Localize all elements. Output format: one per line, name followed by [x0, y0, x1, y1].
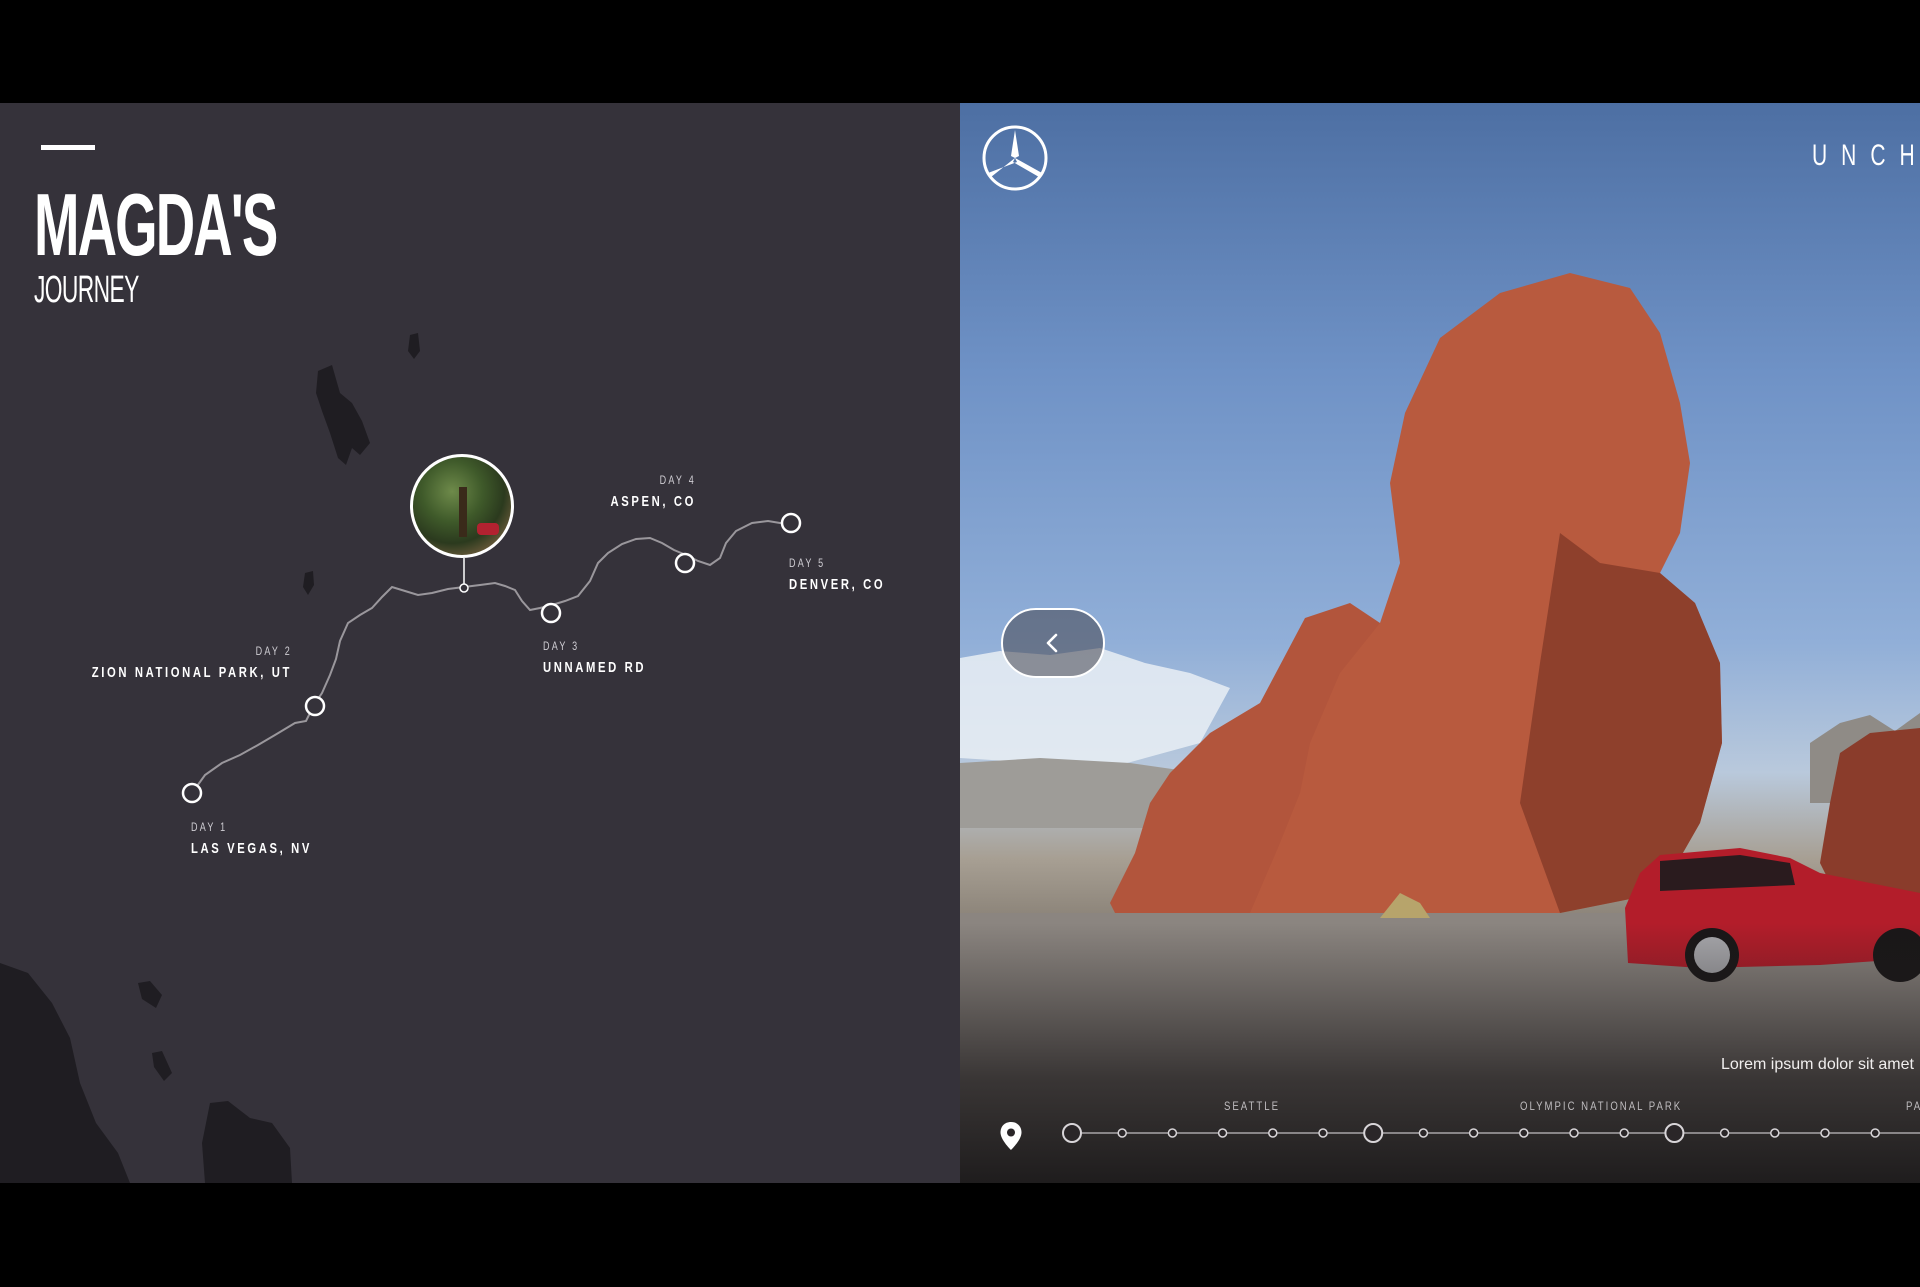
timeline-dot[interactable]: [1268, 1128, 1278, 1138]
mercedes-star-icon[interactable]: [981, 124, 1049, 192]
stop-place: ZION NATIONAL PARK, UT: [91, 664, 292, 681]
stop-marker-day-2: [304, 695, 326, 717]
island-shape-tiny: [152, 1051, 172, 1081]
brand-wordmark: UNCHA: [1812, 139, 1920, 172]
photo-caption: Lorem ipsum dolor sit amet: [1721, 1056, 1914, 1073]
journey-subtitle: JOURNEY: [34, 269, 139, 311]
stop-place: LAS VEGAS, NV: [191, 840, 313, 857]
stop-marker-day-5: [780, 512, 802, 534]
timeline-label-olympic-national-park[interactable]: OLYMPIC NATIONAL PARK: [1520, 1099, 1682, 1113]
timeline-dot[interactable]: [1519, 1128, 1529, 1138]
back-button[interactable]: [1001, 608, 1105, 678]
timeline-dot[interactable]: [1217, 1128, 1228, 1138]
stop-place: UNNAMED RD: [543, 659, 647, 676]
stop-day: DAY 5: [789, 556, 826, 570]
stop-label-day-5[interactable]: DAY 5 DENVER, CO: [789, 556, 917, 593]
journey-map-panel: MAGDA'S JOURNEY DAY 1 LAS VEGAS, NV DAY …: [0, 103, 960, 1183]
island-shape-small: [138, 981, 162, 1008]
photo-pin-thumbnail[interactable]: [410, 454, 514, 558]
stop-label-day-4[interactable]: DAY 4 ASPEN, CO: [582, 473, 696, 510]
stop-place: ASPEN, CO: [610, 493, 696, 510]
lake-shape: [316, 365, 370, 465]
stop-marker-day-1: [181, 782, 203, 804]
stop-place: DENVER, CO: [789, 576, 886, 593]
timeline-dot[interactable]: [1468, 1128, 1479, 1138]
timeline-dot[interactable]: [1719, 1128, 1730, 1138]
stop-day: DAY 2: [255, 644, 292, 658]
tree-trunk-shape: [459, 487, 467, 537]
letterbox-bottom: [0, 1183, 1920, 1287]
timeline-dot[interactable]: [1870, 1128, 1880, 1138]
timeline-dot[interactable]: [1770, 1128, 1780, 1138]
photo-panel: UNCHA Lorem ipsum dolor sit amet SEATTLE…: [960, 103, 1920, 1183]
timeline-dot[interactable]: [1167, 1128, 1178, 1138]
timeline-dot[interactable]: [1619, 1128, 1629, 1138]
timeline-dot[interactable]: [1418, 1128, 1429, 1138]
stop-marker-day-3: [540, 602, 562, 624]
timeline-dot[interactable]: [1318, 1128, 1328, 1138]
island-shape: [202, 1101, 292, 1183]
journey-title: MAGDA'S: [34, 175, 278, 274]
stop-marker-day-4: [674, 552, 696, 574]
timeline-dot[interactable]: [1569, 1128, 1579, 1138]
timeline-major-dot[interactable]: [1363, 1123, 1384, 1143]
timeline-label-next[interactable]: PA: [1906, 1099, 1920, 1113]
stop-day: DAY 1: [191, 820, 228, 834]
chevron-left-icon: [1046, 633, 1058, 653]
stop-day: DAY 4: [659, 473, 696, 487]
stop-label-day-3[interactable]: DAY 3 UNNAMED RD: [543, 639, 681, 676]
coast-shape: [0, 963, 130, 1183]
photo-pin-anchor: [459, 583, 469, 593]
timeline-scrubber[interactable]: [960, 1113, 1920, 1153]
car-shape: [477, 523, 499, 535]
stop-label-day-2[interactable]: DAY 2 ZION NATIONAL PARK, UT: [25, 644, 292, 681]
stop-label-day-1[interactable]: DAY 1 LAS VEGAS, NV: [191, 820, 352, 857]
timeline-major-dot[interactable]: [1664, 1123, 1685, 1143]
lake-shape-tiny: [303, 571, 314, 595]
lake-shape-small: [408, 333, 420, 359]
timeline-label-seattle[interactable]: SEATTLE: [1224, 1099, 1280, 1113]
timeline-dot[interactable]: [1820, 1128, 1830, 1138]
letterbox-top: [0, 0, 1920, 103]
title-accent-bar: [41, 145, 95, 150]
timeline-dot[interactable]: [1117, 1128, 1127, 1138]
timeline-major-dot[interactable]: [1062, 1123, 1082, 1143]
stop-day: DAY 3: [543, 639, 580, 653]
